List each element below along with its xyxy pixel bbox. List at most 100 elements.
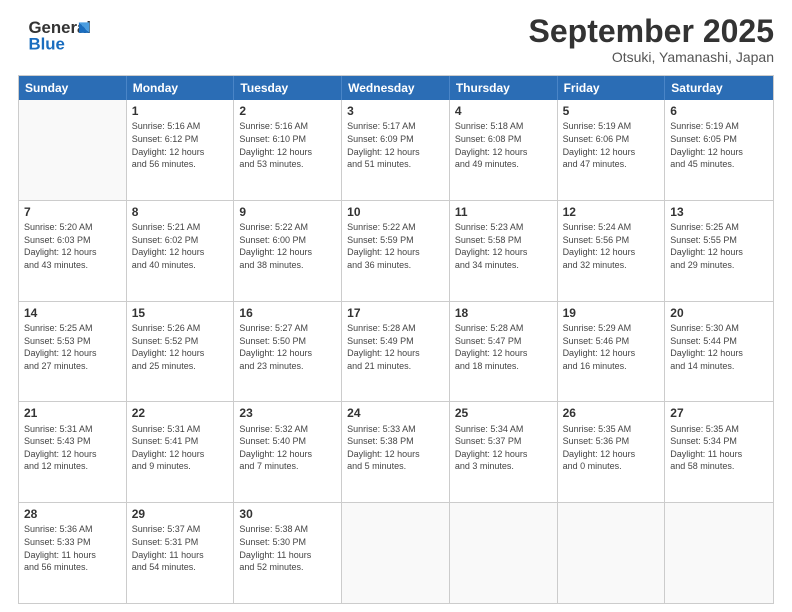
day-number: 20 (670, 305, 768, 321)
logo: General Blue (18, 14, 100, 61)
weekday-header-thursday: Thursday (450, 76, 558, 100)
cell-sun-info: Sunrise: 5:36 AM Sunset: 5:33 PM Dayligh… (24, 523, 121, 573)
calendar-row-5: 28Sunrise: 5:36 AM Sunset: 5:33 PM Dayli… (19, 502, 773, 603)
cell-sun-info: Sunrise: 5:32 AM Sunset: 5:40 PM Dayligh… (239, 423, 336, 473)
title-block: September 2025 Otsuki, Yamanashi, Japan (529, 14, 774, 65)
calendar-cell-16: 16Sunrise: 5:27 AM Sunset: 5:50 PM Dayli… (234, 302, 342, 402)
day-number: 30 (239, 506, 336, 522)
cell-sun-info: Sunrise: 5:16 AM Sunset: 6:12 PM Dayligh… (132, 120, 229, 170)
calendar-page: General Blue September 2025 Otsuki, Yama… (0, 0, 792, 612)
cell-sun-info: Sunrise: 5:34 AM Sunset: 5:37 PM Dayligh… (455, 423, 552, 473)
cell-sun-info: Sunrise: 5:35 AM Sunset: 5:34 PM Dayligh… (670, 423, 768, 473)
cell-sun-info: Sunrise: 5:28 AM Sunset: 5:47 PM Dayligh… (455, 322, 552, 372)
day-number: 22 (132, 405, 229, 421)
day-number: 27 (670, 405, 768, 421)
calendar-cell-18: 18Sunrise: 5:28 AM Sunset: 5:47 PM Dayli… (450, 302, 558, 402)
calendar-cell-9: 9Sunrise: 5:22 AM Sunset: 6:00 PM Daylig… (234, 201, 342, 301)
calendar-cell-4: 4Sunrise: 5:18 AM Sunset: 6:08 PM Daylig… (450, 100, 558, 200)
calendar-cell-empty-4-4 (450, 503, 558, 603)
calendar-cell-11: 11Sunrise: 5:23 AM Sunset: 5:58 PM Dayli… (450, 201, 558, 301)
cell-sun-info: Sunrise: 5:35 AM Sunset: 5:36 PM Dayligh… (563, 423, 660, 473)
cell-sun-info: Sunrise: 5:22 AM Sunset: 6:00 PM Dayligh… (239, 221, 336, 271)
month-title: September 2025 (529, 14, 774, 49)
day-number: 24 (347, 405, 444, 421)
calendar-cell-empty-4-5 (558, 503, 666, 603)
day-number: 16 (239, 305, 336, 321)
cell-sun-info: Sunrise: 5:20 AM Sunset: 6:03 PM Dayligh… (24, 221, 121, 271)
calendar-cell-29: 29Sunrise: 5:37 AM Sunset: 5:31 PM Dayli… (127, 503, 235, 603)
day-number: 18 (455, 305, 552, 321)
cell-sun-info: Sunrise: 5:25 AM Sunset: 5:53 PM Dayligh… (24, 322, 121, 372)
weekday-header-friday: Friday (558, 76, 666, 100)
day-number: 8 (132, 204, 229, 220)
calendar-cell-24: 24Sunrise: 5:33 AM Sunset: 5:38 PM Dayli… (342, 402, 450, 502)
day-number: 26 (563, 405, 660, 421)
day-number: 9 (239, 204, 336, 220)
calendar-cell-3: 3Sunrise: 5:17 AM Sunset: 6:09 PM Daylig… (342, 100, 450, 200)
day-number: 6 (670, 103, 768, 119)
weekday-header-tuesday: Tuesday (234, 76, 342, 100)
calendar-cell-13: 13Sunrise: 5:25 AM Sunset: 5:55 PM Dayli… (665, 201, 773, 301)
cell-sun-info: Sunrise: 5:16 AM Sunset: 6:10 PM Dayligh… (239, 120, 336, 170)
calendar-header: SundayMondayTuesdayWednesdayThursdayFrid… (19, 76, 773, 100)
calendar-cell-30: 30Sunrise: 5:38 AM Sunset: 5:30 PM Dayli… (234, 503, 342, 603)
day-number: 12 (563, 204, 660, 220)
cell-sun-info: Sunrise: 5:30 AM Sunset: 5:44 PM Dayligh… (670, 322, 768, 372)
day-number: 28 (24, 506, 121, 522)
day-number: 4 (455, 103, 552, 119)
calendar-cell-12: 12Sunrise: 5:24 AM Sunset: 5:56 PM Dayli… (558, 201, 666, 301)
weekday-header-wednesday: Wednesday (342, 76, 450, 100)
day-number: 3 (347, 103, 444, 119)
cell-sun-info: Sunrise: 5:21 AM Sunset: 6:02 PM Dayligh… (132, 221, 229, 271)
calendar-row-2: 7Sunrise: 5:20 AM Sunset: 6:03 PM Daylig… (19, 200, 773, 301)
calendar-cell-17: 17Sunrise: 5:28 AM Sunset: 5:49 PM Dayli… (342, 302, 450, 402)
calendar-cell-6: 6Sunrise: 5:19 AM Sunset: 6:05 PM Daylig… (665, 100, 773, 200)
cell-sun-info: Sunrise: 5:17 AM Sunset: 6:09 PM Dayligh… (347, 120, 444, 170)
day-number: 10 (347, 204, 444, 220)
day-number: 1 (132, 103, 229, 119)
calendar-cell-empty-4-6 (665, 503, 773, 603)
day-number: 17 (347, 305, 444, 321)
cell-sun-info: Sunrise: 5:19 AM Sunset: 6:06 PM Dayligh… (563, 120, 660, 170)
cell-sun-info: Sunrise: 5:26 AM Sunset: 5:52 PM Dayligh… (132, 322, 229, 372)
cell-sun-info: Sunrise: 5:38 AM Sunset: 5:30 PM Dayligh… (239, 523, 336, 573)
cell-sun-info: Sunrise: 5:18 AM Sunset: 6:08 PM Dayligh… (455, 120, 552, 170)
calendar-cell-22: 22 Sunrise: 5:31 AM Sunset: 5:41 PM Dayli… (127, 402, 235, 502)
calendar-cell-23: 23Sunrise: 5:32 AM Sunset: 5:40 PM Dayli… (234, 402, 342, 502)
calendar-cell-14: 14Sunrise: 5:25 AM Sunset: 5:53 PM Dayli… (19, 302, 127, 402)
day-number: 11 (455, 204, 552, 220)
calendar-row-4: 21 Sunrise: 5:31 AM Sunset: 5:43 PM Dayli… (19, 401, 773, 502)
day-number: 25 (455, 405, 552, 421)
cell-sun-info: Sunrise: 5:31 AM Sunset: 5:41 PM Dayligh… (132, 423, 229, 473)
calendar: SundayMondayTuesdayWednesdayThursdayFrid… (18, 75, 774, 604)
location: Otsuki, Yamanashi, Japan (529, 49, 774, 65)
day-number: 13 (670, 204, 768, 220)
calendar-cell-1: 1Sunrise: 5:16 AM Sunset: 6:12 PM Daylig… (127, 100, 235, 200)
cell-sun-info: Sunrise: 5:25 AM Sunset: 5:55 PM Dayligh… (670, 221, 768, 271)
cell-sun-info: Sunrise: 5:27 AM Sunset: 5:50 PM Dayligh… (239, 322, 336, 372)
calendar-cell-empty-0-0 (19, 100, 127, 200)
calendar-cell-5: 5Sunrise: 5:19 AM Sunset: 6:06 PM Daylig… (558, 100, 666, 200)
cell-sun-info: Sunrise: 5:24 AM Sunset: 5:56 PM Dayligh… (563, 221, 660, 271)
day-number: 19 (563, 305, 660, 321)
calendar-cell-15: 15Sunrise: 5:26 AM Sunset: 5:52 PM Dayli… (127, 302, 235, 402)
day-number: 15 (132, 305, 229, 321)
calendar-row-3: 14Sunrise: 5:25 AM Sunset: 5:53 PM Dayli… (19, 301, 773, 402)
svg-text:Blue: Blue (29, 35, 65, 54)
calendar-cell-21: 21 Sunrise: 5:31 AM Sunset: 5:43 PM Dayli… (19, 402, 127, 502)
cell-sun-info: Sunrise: 5:31 AM Sunset: 5:43 PM Dayligh… (24, 423, 121, 473)
cell-sun-info: Sunrise: 5:23 AM Sunset: 5:58 PM Dayligh… (455, 221, 552, 271)
calendar-cell-25: 25 Sunrise: 5:34 AM Sunset: 5:37 PM Dayli… (450, 402, 558, 502)
calendar-cell-26: 26 Sunrise: 5:35 AM Sunset: 5:36 PM Dayli… (558, 402, 666, 502)
cell-sun-info: Sunrise: 5:37 AM Sunset: 5:31 PM Dayligh… (132, 523, 229, 573)
day-number: 5 (563, 103, 660, 119)
cell-sun-info: Sunrise: 5:28 AM Sunset: 5:49 PM Dayligh… (347, 322, 444, 372)
calendar-cell-28: 28Sunrise: 5:36 AM Sunset: 5:33 PM Dayli… (19, 503, 127, 603)
weekday-header-saturday: Saturday (665, 76, 773, 100)
calendar-cell-8: 8Sunrise: 5:21 AM Sunset: 6:02 PM Daylig… (127, 201, 235, 301)
day-number: 21 (24, 405, 121, 421)
calendar-row-1: 1Sunrise: 5:16 AM Sunset: 6:12 PM Daylig… (19, 100, 773, 200)
calendar-cell-19: 19Sunrise: 5:29 AM Sunset: 5:46 PM Dayli… (558, 302, 666, 402)
weekday-header-monday: Monday (127, 76, 235, 100)
calendar-cell-20: 20Sunrise: 5:30 AM Sunset: 5:44 PM Dayli… (665, 302, 773, 402)
